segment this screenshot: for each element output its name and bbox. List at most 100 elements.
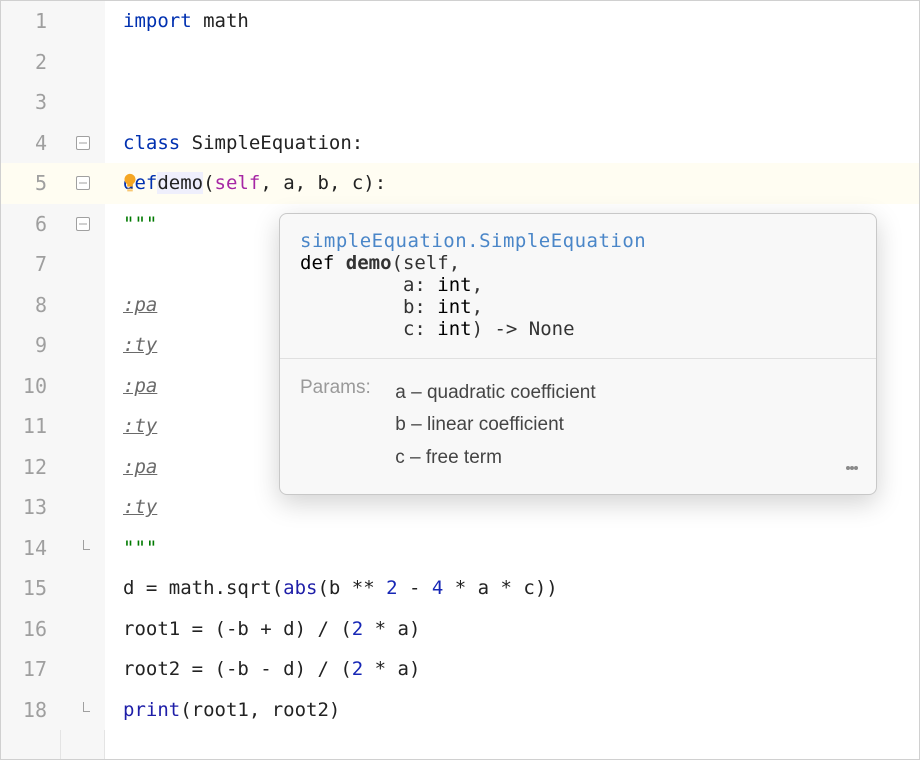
line-number: 17 bbox=[1, 649, 61, 690]
fold-toggle-icon[interactable] bbox=[76, 176, 90, 190]
fold-cell bbox=[61, 285, 105, 326]
code-line[interactable]: 16 root1 = (-b + d) / (2 * a) bbox=[1, 609, 919, 650]
popup-type: int bbox=[437, 296, 471, 318]
code-line[interactable]: 2 bbox=[1, 42, 919, 83]
fold-cell bbox=[61, 568, 105, 609]
fold-cell bbox=[61, 1, 105, 42]
fold-cell[interactable] bbox=[61, 123, 105, 164]
popup-type: int bbox=[437, 274, 471, 296]
fold-cell bbox=[61, 649, 105, 690]
code-text: SimpleEquation: bbox=[180, 132, 363, 154]
line-number: 11 bbox=[1, 406, 61, 447]
fold-cell bbox=[61, 42, 105, 83]
fold-cell bbox=[61, 82, 105, 123]
code-cell[interactable]: root1 = (-b + d) / (2 * a) bbox=[105, 609, 919, 650]
builtin-abs: abs bbox=[283, 577, 317, 599]
popup-sig-text: a: bbox=[300, 274, 437, 296]
line-number: 12 bbox=[1, 447, 61, 488]
number-literal: 4 bbox=[432, 577, 443, 599]
string-docstring-tag: :ty bbox=[123, 415, 157, 437]
code-cell[interactable] bbox=[105, 42, 919, 83]
fold-cell bbox=[61, 487, 105, 528]
code-line-current[interactable]: 5 = def demo(self, a, b, c): bbox=[1, 163, 919, 204]
code-text: (b ** bbox=[317, 577, 386, 599]
code-text: d = math.sqrt( bbox=[123, 577, 283, 599]
line-number: 14 bbox=[1, 528, 61, 569]
fold-cell[interactable] bbox=[61, 163, 105, 204]
code-text: root1 = (-b + d) / ( bbox=[123, 618, 352, 640]
code-cell[interactable]: d = math.sqrt(abs(b ** 2 - 4 * a * c)) bbox=[105, 568, 919, 609]
code-line[interactable]: 18 print(root1, root2) bbox=[1, 690, 919, 731]
popup-params-rows: a – quadratic coefficient b – linear coe… bbox=[395, 377, 595, 474]
code-cell[interactable]: """ bbox=[105, 528, 919, 569]
string-docstring-tag: :ty bbox=[123, 496, 157, 518]
number-literal: 2 bbox=[386, 577, 397, 599]
line-number: 4 bbox=[1, 123, 61, 164]
code-text: , a, b, c): bbox=[260, 172, 386, 194]
line-number: 15 bbox=[1, 568, 61, 609]
code-text: - bbox=[398, 577, 432, 599]
fold-cell bbox=[61, 447, 105, 488]
keyword-import: import bbox=[123, 10, 192, 32]
number-literal: 2 bbox=[352, 658, 363, 680]
code-cell[interactable]: root2 = (-b - d) / (2 * a) bbox=[105, 649, 919, 690]
line-number: 18 bbox=[1, 690, 61, 731]
keyword-class: class bbox=[123, 132, 180, 154]
line-number: 13 bbox=[1, 487, 61, 528]
line-number: 2 bbox=[1, 42, 61, 83]
code-line[interactable]: 4 class SimpleEquation: bbox=[1, 123, 919, 164]
line-number: 10 bbox=[1, 366, 61, 407]
popup-keyword-def: def bbox=[300, 252, 346, 274]
popup-signature: simpleEquation.SimpleEquation def demo(s… bbox=[280, 214, 876, 359]
popup-param-row: a – quadratic coefficient bbox=[395, 382, 595, 403]
fold-cell bbox=[61, 609, 105, 650]
popup-sig-text: , bbox=[472, 296, 483, 318]
intention-bulb-icon[interactable] bbox=[119, 172, 141, 194]
line-number: 3 bbox=[1, 82, 61, 123]
popup-more-actions-icon[interactable] bbox=[842, 456, 862, 480]
code-cell[interactable]: print(root1, root2) bbox=[105, 690, 919, 731]
popup-param-row: c – free term bbox=[395, 447, 502, 468]
line-number: 7 bbox=[1, 244, 61, 285]
line-number: 1 bbox=[1, 1, 61, 42]
fold-toggle-icon[interactable] bbox=[76, 136, 90, 150]
string-docstring: """ bbox=[123, 537, 157, 559]
string-docstring-tag: :pa bbox=[123, 294, 157, 316]
popup-sig-text: , bbox=[472, 274, 483, 296]
builtin-print: print bbox=[123, 699, 180, 721]
popup-type: int bbox=[437, 318, 471, 340]
quick-documentation-popup[interactable]: simpleEquation.SimpleEquation def demo(s… bbox=[279, 213, 877, 495]
popup-sig-text: (self, bbox=[392, 252, 461, 274]
popup-module-path: simpleEquation.SimpleEquation bbox=[300, 230, 646, 252]
code-text: ( bbox=[203, 172, 214, 194]
code-cell[interactable]: class SimpleEquation: bbox=[105, 123, 919, 164]
code-line[interactable]: 3 bbox=[1, 82, 919, 123]
fold-toggle-icon[interactable] bbox=[76, 217, 90, 231]
fold-cell[interactable] bbox=[61, 690, 105, 731]
identifier-demo[interactable]: demo bbox=[157, 172, 203, 194]
string-docstring-tag: :ty bbox=[123, 334, 157, 356]
line-number: 5 bbox=[1, 163, 61, 204]
fold-end-icon bbox=[76, 702, 90, 718]
string-docstring-tag: :pa bbox=[123, 456, 157, 478]
code-cell[interactable]: def demo(self, a, b, c): bbox=[105, 163, 919, 204]
number-literal: 2 bbox=[352, 618, 363, 640]
fold-cell bbox=[61, 325, 105, 366]
fold-cell[interactable] bbox=[61, 204, 105, 245]
fold-cell bbox=[61, 366, 105, 407]
code-cell[interactable]: import math bbox=[105, 1, 919, 42]
code-line[interactable]: 1 import math bbox=[1, 1, 919, 42]
code-line[interactable]: 15 d = math.sqrt(abs(b ** 2 - 4 * a * c)… bbox=[1, 568, 919, 609]
fold-cell bbox=[61, 406, 105, 447]
popup-function-name: demo bbox=[346, 252, 392, 274]
code-cell[interactable] bbox=[105, 82, 919, 123]
code-text: * a * c)) bbox=[443, 577, 557, 599]
code-line[interactable]: 14 """ bbox=[1, 528, 919, 569]
fold-cell bbox=[61, 244, 105, 285]
code-editor[interactable]: 1 import math 2 3 4 class SimpleEquation… bbox=[1, 1, 919, 759]
code-text: (root1, root2) bbox=[180, 699, 340, 721]
code-text: root2 = (-b - d) / ( bbox=[123, 658, 352, 680]
line-number: 9 bbox=[1, 325, 61, 366]
code-line[interactable]: 17 root2 = (-b - d) / (2 * a) bbox=[1, 649, 919, 690]
fold-cell[interactable] bbox=[61, 528, 105, 569]
